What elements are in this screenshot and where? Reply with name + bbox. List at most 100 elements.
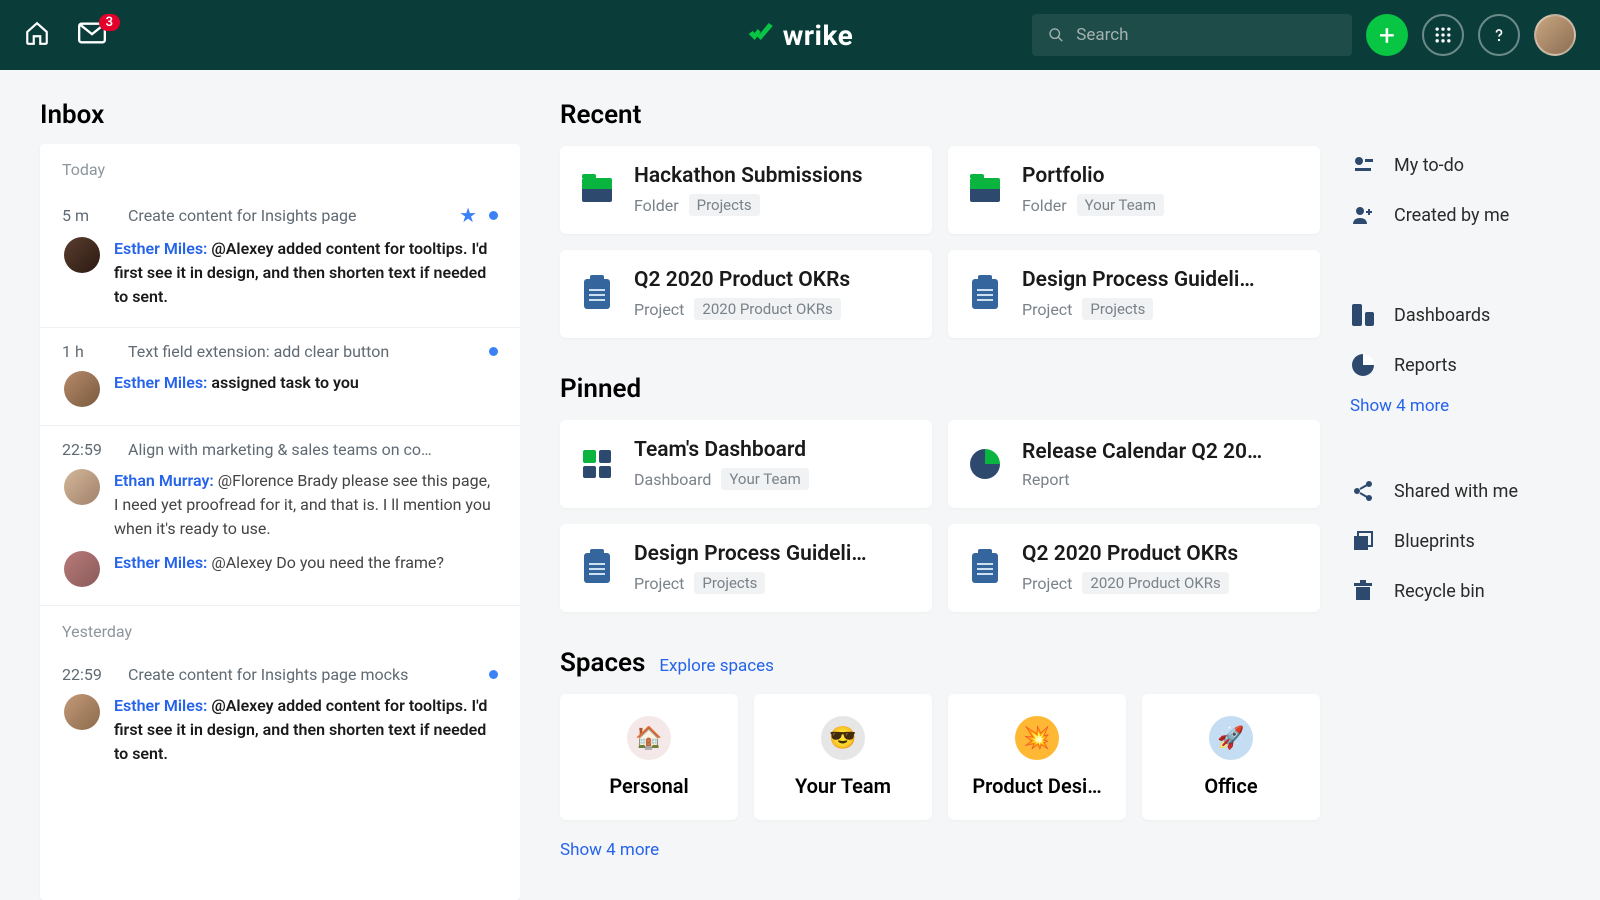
item-card[interactable]: Q2 2020 Product OKRsProject2020 Product …	[560, 250, 932, 338]
recent-header: Recent	[560, 100, 1320, 130]
item-card[interactable]: Portfolio Folder Your Team	[948, 146, 1320, 234]
right-group-1: My to-do Created by me	[1350, 140, 1580, 240]
report-icon	[968, 447, 1002, 481]
nav-item-blueprints[interactable]: Blueprints	[1350, 516, 1580, 566]
card-chip: 2020 Product OKRs	[1082, 572, 1228, 594]
explore-spaces-link[interactable]: Explore spaces	[659, 656, 774, 676]
app-header: 3 wrike +	[0, 0, 1600, 70]
search-input[interactable]	[1076, 25, 1336, 45]
spaces-title: Spaces	[560, 648, 645, 678]
nav-item-dashboards[interactable]: Dashboards	[1350, 290, 1580, 340]
right-group-2: Dashboards Reports Show 4 more	[1350, 290, 1580, 416]
item-card[interactable]: Hackathon SubmissionsFolderProjects	[560, 146, 932, 234]
nav-item-shared[interactable]: Shared with me	[1350, 466, 1580, 516]
card-chip: Projects	[689, 194, 760, 216]
card-type: Folder	[1022, 196, 1067, 215]
add-button[interactable]: +	[1366, 14, 1408, 56]
card-chip: Your Team	[1077, 194, 1164, 216]
spaces-show-more[interactable]: Show 4 more	[560, 840, 1320, 860]
spaces-header: Spaces Explore spaces	[560, 648, 1320, 678]
help-button[interactable]	[1478, 14, 1520, 56]
help-icon	[1489, 25, 1509, 45]
created-icon	[1350, 202, 1376, 228]
nav-item-created[interactable]: Created by me	[1350, 190, 1580, 240]
space-name: Your Team	[795, 774, 891, 798]
space-card[interactable]: 💥Product Desi…	[948, 694, 1126, 820]
blueprints-icon	[1350, 528, 1376, 554]
author-avatar	[64, 469, 100, 505]
space-icon: 😎	[821, 716, 865, 760]
card-chip: 2020 Product OKRs	[694, 298, 840, 320]
card-type: Dashboard	[634, 470, 711, 489]
inbox-title: Inbox	[40, 100, 520, 130]
recent-grid: Hackathon SubmissionsFolderProjectsPortf…	[560, 146, 1320, 338]
user-avatar[interactable]	[1534, 14, 1576, 56]
author-avatar	[64, 371, 100, 407]
todo-icon	[1350, 152, 1376, 178]
inbox-button[interactable]: 3	[78, 22, 106, 48]
inbox-message[interactable]: 22:59Align with marketing & sales teams …	[40, 426, 520, 606]
project-icon	[580, 277, 614, 311]
unread-dot	[489, 347, 498, 356]
spaces-grid: 🏠Personal 😎 Your Team 💥Product Desi… 🚀 Office	[560, 694, 1320, 820]
logo-check-icon	[747, 22, 775, 48]
search-icon	[1048, 26, 1064, 44]
space-name: Office	[1204, 774, 1257, 798]
apps-icon	[1433, 25, 1453, 45]
project-icon	[968, 277, 1002, 311]
nav-label: Dashboards	[1394, 305, 1490, 326]
card-title: Release Calendar Q2 20…	[1022, 440, 1300, 464]
nav-item-todo[interactable]: My to-do	[1350, 140, 1580, 190]
right-panel: My to-do Created by me Dashboards Reports …	[1340, 70, 1600, 900]
star-icon[interactable]: ★	[459, 203, 477, 227]
space-card[interactable]: 🚀 Office	[1142, 694, 1320, 820]
message-author: Esther Miles:	[114, 553, 207, 572]
apps-button[interactable]	[1422, 14, 1464, 56]
message-body: @Alexey Do you need the frame?	[207, 553, 444, 572]
space-card[interactable]: 🏠Personal	[560, 694, 738, 820]
brand-logo: wrike	[747, 19, 854, 52]
author-avatar	[64, 237, 100, 273]
card-chip: Projects	[1082, 298, 1153, 320]
card-type: Project	[1022, 574, 1072, 593]
message-title: Create content for Insights page	[128, 206, 439, 225]
author-avatar	[64, 551, 100, 587]
message-title: Create content for Insights page mocks	[128, 665, 469, 684]
folder-icon	[968, 173, 1002, 207]
nav-item-reports[interactable]: Reports	[1350, 340, 1580, 390]
reports-icon	[1350, 352, 1376, 378]
nav-label: My to-do	[1394, 155, 1464, 176]
inbox-group-header: Yesterday	[40, 606, 520, 651]
inbox-message[interactable]: 5 mCreate content for Insights page★Esth…	[40, 189, 520, 328]
dashboards-icon	[1350, 302, 1376, 328]
space-name: Personal	[609, 774, 688, 798]
space-icon: 🚀	[1209, 716, 1253, 760]
card-type: Report	[1022, 470, 1070, 489]
message-author: Esther Miles:	[114, 373, 207, 392]
inbox-group-header: Today	[40, 144, 520, 189]
pinned-title: Pinned	[560, 374, 641, 404]
card-type: Project	[1022, 300, 1072, 319]
unread-dot	[489, 670, 498, 679]
card-title: Design Process Guideli…	[1022, 268, 1300, 292]
content: Inbox Today5 mCreate content for Insight…	[0, 70, 1600, 900]
right-show-more[interactable]: Show 4 more	[1350, 390, 1580, 416]
home-icon[interactable]	[24, 20, 50, 50]
space-card[interactable]: 😎 Your Team	[754, 694, 932, 820]
item-card[interactable]: Q2 2020 Product OKRsProject2020 Product …	[948, 524, 1320, 612]
search-bar[interactable]	[1032, 14, 1352, 56]
card-title: Team's Dashboard	[634, 438, 912, 462]
nav-label: Recycle bin	[1394, 581, 1485, 602]
card-title: Portfolio	[1022, 164, 1300, 188]
item-card[interactable]: Design Process Guideli…ProjectProjects	[560, 524, 932, 612]
project-icon	[580, 551, 614, 585]
pinned-grid: Team's DashboardDashboardYour TeamReleas…	[560, 420, 1320, 612]
item-card[interactable]: Release Calendar Q2 20… Report	[948, 420, 1320, 508]
card-type: Project	[634, 300, 684, 319]
folder-icon	[580, 173, 614, 207]
item-card[interactable]: Design Process Guideli… Project Projects	[948, 250, 1320, 338]
nav-item-recycle[interactable]: Recycle bin	[1350, 566, 1580, 616]
item-card[interactable]: Team's DashboardDashboardYour Team	[560, 420, 932, 508]
inbox-message[interactable]: 1 hText field extension: add clear butto…	[40, 328, 520, 426]
inbox-message[interactable]: 22:59Create content for Insights page mo…	[40, 651, 520, 784]
